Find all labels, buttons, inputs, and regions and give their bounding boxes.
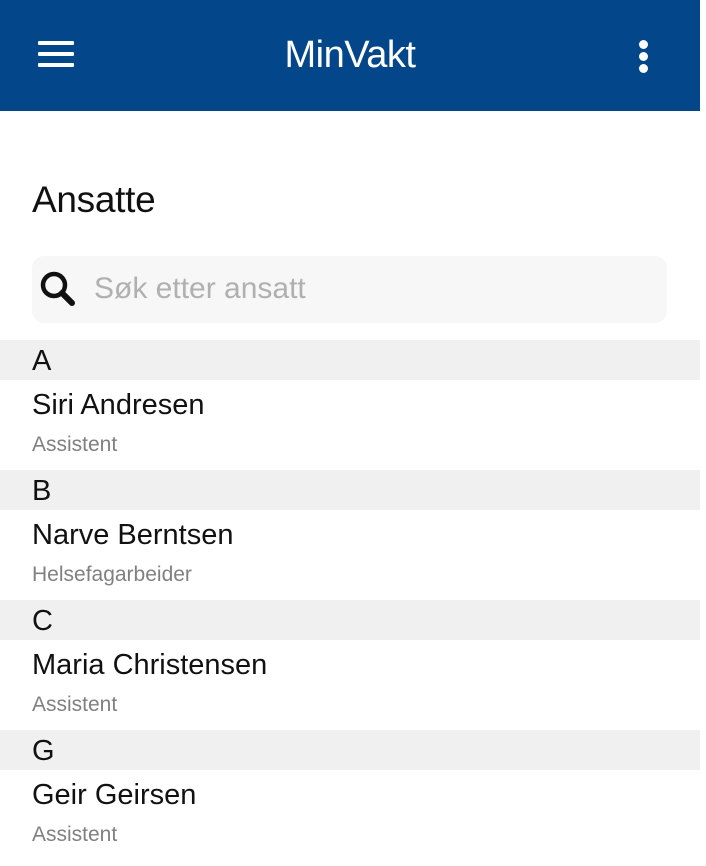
- app-title: MinVakt: [284, 34, 416, 76]
- more-options-button[interactable]: [622, 32, 666, 80]
- employee-name: Siri Andresen: [32, 389, 205, 421]
- list-item[interactable]: Siri Andresen Assistent: [0, 380, 700, 470]
- employee-role: Helsefagarbeider: [32, 563, 192, 586]
- list-item[interactable]: Maria Christensen Assistent: [0, 640, 700, 730]
- employee-role: Assistent: [32, 823, 118, 846]
- section-header-b: B: [0, 470, 700, 510]
- search-input[interactable]: [94, 266, 654, 312]
- employee-name: Maria Christensen: [32, 649, 268, 681]
- employee-name: Geir Geirsen: [32, 779, 197, 811]
- page-title: Ansatte: [32, 179, 156, 220]
- employee-role: Assistent: [32, 433, 118, 456]
- section-header-a: A: [0, 340, 700, 380]
- search-icon: [38, 270, 78, 310]
- section-header-c: C: [0, 600, 700, 640]
- list-item[interactable]: Geir Geirsen Assistent: [0, 770, 700, 860]
- list-item[interactable]: Narve Berntsen Helsefagarbeider: [0, 510, 700, 600]
- employee-list: A Siri Andresen Assistent B Narve Bernts…: [0, 340, 700, 860]
- employee-name: Narve Berntsen: [32, 519, 234, 551]
- search-bar: [32, 256, 667, 323]
- app-bar: MinVakt: [0, 0, 700, 111]
- employee-role: Assistent: [32, 693, 118, 716]
- section-header-g: G: [0, 730, 700, 770]
